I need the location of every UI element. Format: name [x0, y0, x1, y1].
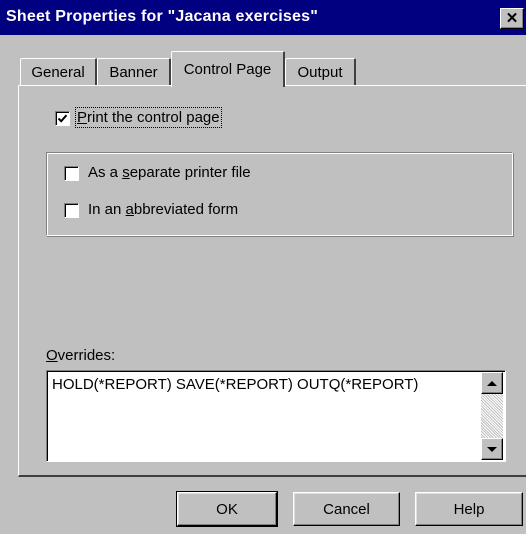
tab-banner[interactable]: Banner	[97, 58, 171, 86]
tab-general[interactable]: General	[20, 58, 97, 86]
ok-button[interactable]: OK	[176, 491, 278, 527]
ok-button-label: OK	[216, 500, 238, 518]
abbreviated-form-checkbox[interactable]	[64, 203, 79, 218]
overrides-scrollbar[interactable]	[481, 372, 503, 460]
check-icon	[57, 114, 68, 123]
window-title: Sheet Properties for "Jacana exercises"	[6, 8, 319, 25]
arrow-down-icon	[487, 446, 497, 452]
tab-control-page[interactable]: Control Page	[171, 51, 285, 87]
print-control-page-checkbox[interactable]	[55, 111, 70, 126]
print-control-page-label[interactable]: Print the control page	[75, 107, 222, 128]
arrow-up-icon	[487, 380, 497, 386]
overrides-value: HOLD(*REPORT) SAVE(*REPORT) OUTQ(*REPORT…	[52, 376, 419, 393]
cancel-button-label: Cancel	[323, 500, 370, 518]
tab-control-page-label: Control Page	[183, 61, 272, 78]
tab-banner-label: Banner	[109, 64, 158, 81]
scroll-down-button[interactable]	[481, 438, 503, 460]
close-button[interactable]: ✕	[500, 8, 524, 29]
overrides-textarea[interactable]: HOLD(*REPORT) SAVE(*REPORT) OUTQ(*REPORT…	[46, 370, 506, 462]
title-bar: Sheet Properties for "Jacana exercises" …	[0, 0, 526, 35]
tab-output-label: Output	[297, 64, 343, 81]
cancel-button[interactable]: Cancel	[293, 492, 400, 526]
close-icon: ✕	[505, 10, 519, 27]
separate-printer-file-label[interactable]: As a separate printer file	[88, 164, 251, 181]
tab-general-label: General	[31, 64, 85, 81]
overrides-label: Overrides:	[46, 347, 116, 364]
separate-printer-file-checkbox[interactable]	[64, 166, 79, 181]
abbreviated-form-label[interactable]: In an abbreviated form	[88, 201, 238, 218]
scroll-up-button[interactable]	[481, 372, 503, 394]
tab-output[interactable]: Output	[285, 58, 356, 86]
help-button[interactable]: Help	[415, 492, 523, 526]
help-button-label: Help	[453, 500, 485, 518]
